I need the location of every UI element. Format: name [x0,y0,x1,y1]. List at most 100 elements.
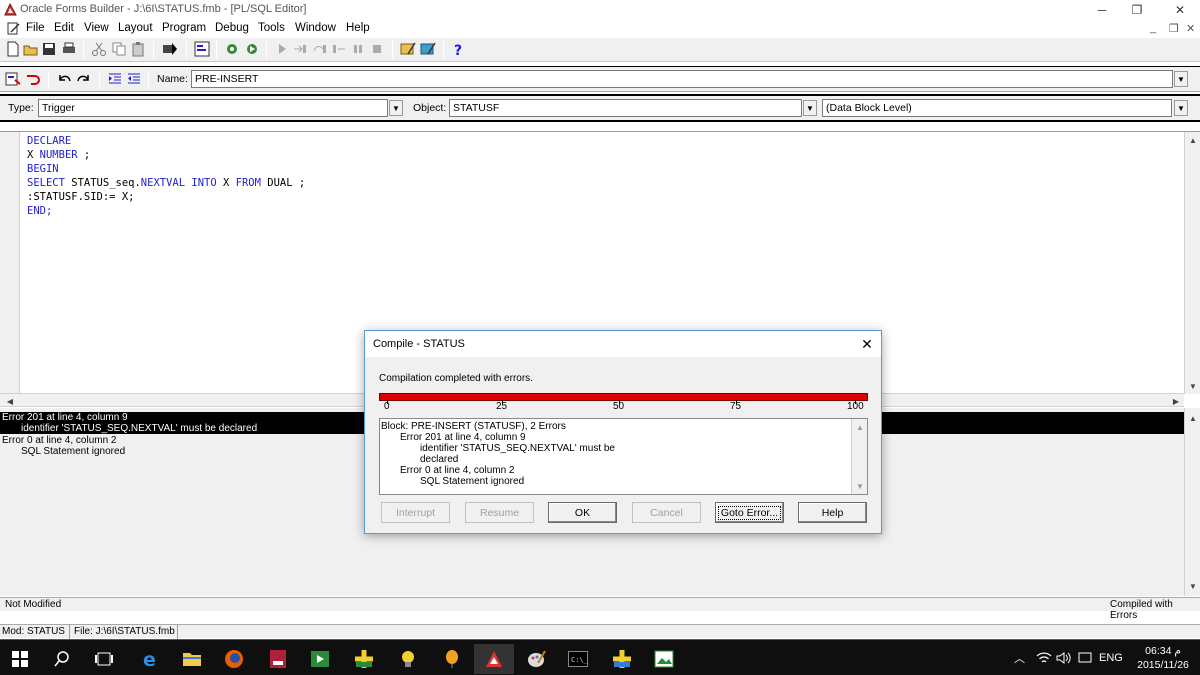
notification-icon[interactable] [1078,640,1092,675]
resume-button[interactable]: Resume [465,502,534,523]
code-line[interactable]: BEGIN [27,162,305,176]
type-select[interactable]: Trigger [38,99,388,117]
edge-icon[interactable]: e [130,644,170,674]
menu-file[interactable]: File [26,22,45,34]
scroll-up-icon[interactable]: ▲ [1185,410,1200,426]
oracle-forms-icon[interactable] [344,644,384,674]
compile-pu-icon[interactable] [5,71,21,87]
scroll-right-icon[interactable]: ▶ [1168,393,1184,409]
details-scrollbar[interactable]: ▲ ▼ [851,419,867,494]
code-text[interactable]: DECLARE X NUMBER ; BEGIN SELECT STATUS_seq.… [27,134,305,219]
go-icon[interactable] [274,41,290,57]
paste-icon[interactable] [130,41,146,57]
new-icon[interactable] [5,41,21,57]
mdi-minimize-button[interactable]: _ [1150,22,1156,34]
cut-icon[interactable] [91,41,107,57]
image-app-icon[interactable] [644,644,684,674]
step-into-icon[interactable] [292,41,308,57]
object-dropdown-button[interactable]: ▼ [803,100,817,116]
pencil-doc-icon[interactable] [7,22,20,35]
menu-debug[interactable]: Debug [215,22,249,34]
firefox-icon[interactable] [214,644,254,674]
task-view-icon[interactable] [84,644,124,674]
level-dropdown-button[interactable]: ▼ [1174,100,1188,116]
level-select[interactable]: (Data Block Level) [822,99,1172,117]
menu-layout[interactable]: Layout [118,22,153,34]
scroll-left-icon[interactable]: ◀ [2,393,18,409]
error-detail[interactable]: SQL Statement ignored [21,446,125,457]
code-line[interactable]: END; [27,204,305,218]
scroll-up-icon[interactable]: ▲ [1185,132,1200,148]
step-over-icon[interactable] [312,41,328,57]
clock[interactable]: 06:34 م 2015/11/26 [1134,644,1192,672]
paint-app-icon[interactable] [516,644,556,674]
editor-vertical-scrollbar[interactable]: ▲ ▼ [1184,132,1200,394]
oracle-balloon-icon[interactable] [432,644,472,674]
scroll-down-icon[interactable]: ▼ [1185,578,1200,594]
scroll-down-icon[interactable]: ▼ [1185,378,1200,394]
dialog-close-button[interactable]: ✕ [855,333,879,355]
undo-icon[interactable] [56,71,72,87]
wizard-icon[interactable] [400,41,416,57]
debug-icon[interactable] [224,41,240,57]
menu-program[interactable]: Program [162,22,206,34]
run-form-icon[interactable] [162,41,178,57]
windows-start-icon[interactable] [0,644,40,674]
error-vertical-scrollbar[interactable]: ▲ ▼ [1184,408,1200,596]
close-window-button[interactable]: ✕ [1160,0,1200,20]
ok-button[interactable]: OK [548,502,617,523]
media-player-icon[interactable] [300,644,340,674]
volume-icon[interactable] [1056,640,1072,675]
minimize-button[interactable]: ─ [1082,0,1122,20]
indent-icon[interactable] [107,71,123,87]
help-icon[interactable]: ? [450,41,466,57]
oracle-lightbulb-icon[interactable] [388,644,428,674]
error-detail[interactable]: identifier 'STATUS_SEQ.NEXTVAL' must be … [21,423,257,434]
menu-edit[interactable]: Edit [54,22,74,34]
interrupt-button[interactable]: Interrupt [381,502,450,523]
compile-icon[interactable] [194,41,210,57]
mdi-close-button[interactable]: ✕ [1186,22,1195,35]
menu-help[interactable]: Help [346,22,370,34]
code-line[interactable]: DECLARE [27,134,305,148]
stop-icon[interactable] [369,41,385,57]
code-line[interactable]: :STATUSF.SID:= X; [27,190,305,204]
save-icon[interactable] [41,41,57,57]
oracle-builder-active-icon[interactable] [474,644,514,674]
menu-window[interactable]: Window [295,22,336,34]
network-icon[interactable] [1036,640,1052,675]
debug-run-icon[interactable] [244,41,260,57]
menu-tools[interactable]: Tools [258,22,285,34]
mdi-restore-button[interactable]: ❐ [1169,22,1179,35]
copy-icon[interactable] [111,41,127,57]
menu-view[interactable]: View [84,22,109,34]
media-app-icon[interactable] [258,644,298,674]
name-field[interactable]: PRE-INSERT [191,70,1173,88]
scroll-up-icon[interactable]: ▲ [852,419,868,435]
print-icon[interactable] [61,41,77,57]
error-line[interactable]: Error 201 at line 4, column 9 [2,412,128,423]
redo-icon[interactable] [76,71,92,87]
restore-button[interactable]: ❐ [1117,0,1157,20]
outdent-icon[interactable] [126,71,142,87]
name-dropdown-button[interactable]: ▼ [1174,71,1188,87]
compile-details-list[interactable]: Block: PRE-INSERT (STATUSF), 2 Errors Er… [379,418,868,495]
show-hidden-icons-button[interactable]: ︿ [1014,640,1025,675]
help-button[interactable]: Help [798,502,867,523]
command-prompt-icon[interactable]: C:\_ [558,644,598,674]
scroll-down-icon[interactable]: ▼ [852,478,868,494]
open-icon[interactable] [23,41,39,57]
error-line[interactable]: Error 0 at line 4, column 2 [2,435,117,446]
search-icon[interactable] [42,644,82,674]
pause-icon[interactable] [350,41,366,57]
language-indicator[interactable]: ENG [1099,640,1123,675]
file-explorer-icon[interactable] [172,644,212,674]
oracle-net-icon[interactable] [602,644,642,674]
layout-wizard-icon[interactable] [420,41,436,57]
code-line[interactable]: SELECT STATUS_seq.NEXTVAL INTO X FROM DU… [27,176,305,190]
revert-icon[interactable] [25,71,41,87]
code-line[interactable]: X NUMBER ; [27,148,305,162]
goto-error-button[interactable]: Goto Error... [715,502,784,523]
cancel-button[interactable]: Cancel [632,502,701,523]
object-select[interactable]: STATUSF [449,99,802,117]
